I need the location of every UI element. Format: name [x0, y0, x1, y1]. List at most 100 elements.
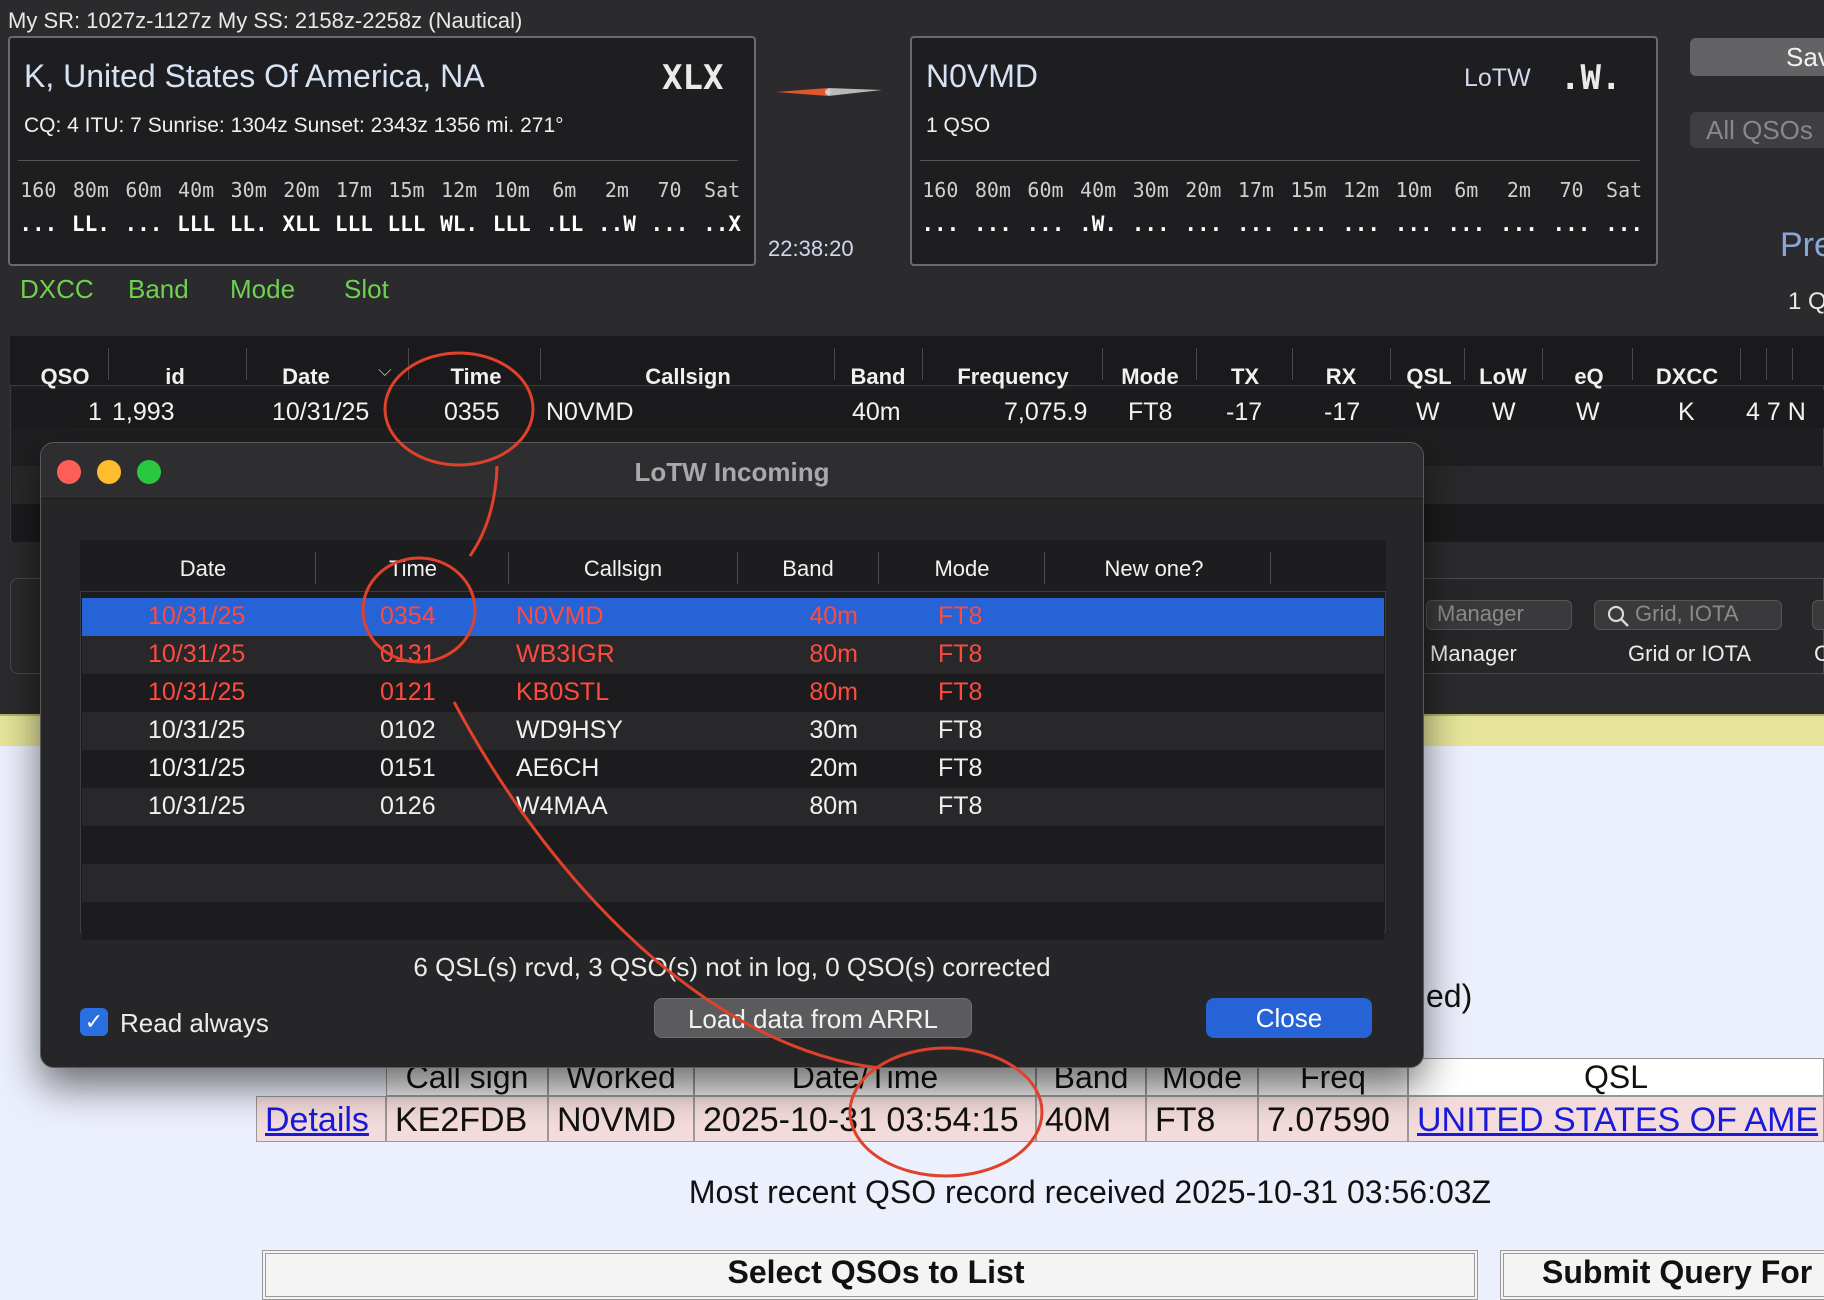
column-separator[interactable] [834, 348, 835, 380]
band-status: ... [1394, 212, 1433, 236]
col-id[interactable]: id [150, 364, 200, 390]
column-separator[interactable] [1196, 348, 1197, 380]
col-rx[interactable]: RX [1316, 364, 1366, 390]
sort-chevron-icon[interactable]: ⌵ [378, 360, 392, 381]
load-data-button[interactable]: Load data from ARRL [654, 998, 972, 1038]
band-label: 60m [1027, 178, 1064, 202]
col-qso[interactable]: QSO [40, 364, 90, 390]
dialog-cell-band: 80m [809, 640, 858, 668]
tab-band[interactable]: Band [128, 274, 189, 305]
column-separator[interactable] [878, 552, 879, 584]
band-status: .LL [545, 212, 584, 236]
extra-input[interactable] [1812, 600, 1824, 630]
tab-slot[interactable]: Slot [344, 274, 389, 305]
col-eq[interactable]: eQ [1564, 364, 1614, 390]
column-separator[interactable] [408, 348, 409, 380]
dialog-table-row[interactable] [82, 636, 1384, 674]
col-mode[interactable]: Mode [1112, 364, 1188, 390]
dialog-cell-callsign: KB0STL [516, 678, 610, 706]
dialog-cell-callsign: WB3IGR [516, 640, 615, 668]
band-status: LLL [492, 212, 531, 236]
col-qsl[interactable]: QSL [1404, 364, 1454, 390]
all-qsos-button[interactable]: All QSOs [1690, 112, 1824, 148]
band-label: 40m [1080, 178, 1117, 202]
dialog-cell-date: 10/31/25 [148, 792, 246, 820]
band-label: 60m [125, 178, 162, 202]
cell-dxcc: K [1678, 398, 1695, 426]
dcol-band[interactable]: Band [778, 556, 838, 582]
column-separator[interactable] [508, 552, 509, 584]
tab-dxcc[interactable]: DXCC [20, 274, 94, 305]
dcol-new-one[interactable]: New one? [1098, 556, 1210, 582]
column-separator[interactable] [1102, 348, 1103, 380]
col-dxcc[interactable]: DXCC [1652, 364, 1722, 390]
col-date[interactable]: Date [266, 364, 346, 390]
col-frequency[interactable]: Frequency [946, 364, 1080, 390]
column-separator[interactable] [1766, 348, 1767, 380]
band-label: 15m [388, 178, 425, 202]
dialog-cell-callsign: WD9HSY [516, 716, 623, 744]
dcol-callsign[interactable]: Callsign [570, 556, 676, 582]
cell-qsl: W [1416, 398, 1440, 426]
band-status: ... [1605, 212, 1644, 236]
cell-mode: FT8 [1128, 398, 1173, 426]
callsign-status-badge: .W. [1560, 58, 1622, 98]
column-separator[interactable] [540, 348, 541, 380]
manager-input[interactable]: Manager [1426, 600, 1572, 630]
column-separator[interactable] [246, 348, 247, 380]
dialog-table-row[interactable] [82, 598, 1384, 636]
dialog-table-row[interactable] [82, 712, 1384, 750]
band-label: 6m [1454, 178, 1479, 202]
column-separator[interactable] [1044, 552, 1045, 584]
band-status: ... [1236, 212, 1275, 236]
column-separator[interactable] [922, 348, 923, 380]
dialog-table-row[interactable] [82, 674, 1384, 712]
manager-label: Manager [1430, 641, 1517, 666]
read-always-checkbox[interactable]: ✓ [80, 1008, 108, 1036]
dialog-cell-date: 10/31/25 [148, 602, 246, 630]
col-callsign[interactable]: Callsign [624, 364, 752, 390]
dialog-cell-time: 0151 [380, 754, 436, 782]
column-separator[interactable] [737, 552, 738, 584]
column-separator[interactable] [108, 348, 109, 380]
dialog-table-row[interactable] [82, 750, 1384, 788]
close-button[interactable]: Close [1206, 998, 1372, 1038]
band-status: ... [124, 212, 163, 236]
dialog-cell-callsign: AE6CH [516, 754, 600, 782]
band-label: 15m [1290, 178, 1327, 202]
band-status: LLL [177, 212, 216, 236]
preview-label: Pre [1780, 226, 1824, 264]
column-separator[interactable] [1292, 348, 1293, 380]
cell-low: W [1492, 398, 1516, 426]
band-label: 80m [974, 178, 1011, 202]
col-band[interactable]: Band [846, 364, 910, 390]
dialog-table-row[interactable] [82, 788, 1384, 826]
cell-time: 0355 [444, 398, 500, 426]
dcol-mode[interactable]: Mode [930, 556, 994, 582]
column-separator[interactable] [1542, 348, 1543, 380]
col-low[interactable]: LoW [1478, 364, 1528, 390]
column-separator[interactable] [315, 552, 316, 584]
band-status: .W. [1079, 212, 1118, 236]
dcol-time[interactable]: Time [380, 556, 446, 582]
details-link[interactable]: Details [256, 1096, 386, 1142]
column-separator[interactable] [1464, 348, 1465, 380]
column-separator[interactable] [1740, 348, 1741, 380]
col-tx[interactable]: TX [1220, 364, 1270, 390]
column-separator[interactable] [1270, 552, 1271, 584]
most-recent-text: Most recent QSO record received 2025-10-… [688, 1174, 1492, 1210]
band-label: 40m [178, 178, 215, 202]
column-separator[interactable] [1792, 348, 1793, 380]
grid-iota-label: Grid or IOTA [1628, 641, 1752, 666]
save-button[interactable]: Sav [1690, 38, 1824, 76]
column-separator[interactable] [1632, 348, 1633, 380]
tab-mode[interactable]: Mode [230, 274, 295, 305]
cell-callsign: N0VMD [546, 398, 634, 426]
column-separator[interactable] [1390, 348, 1391, 380]
cell-eq: W [1576, 398, 1600, 426]
qsl-country-link[interactable]: UNITED STATES OF AME [1408, 1096, 1824, 1142]
dialog-cell-mode: FT8 [938, 640, 983, 668]
dcol-date[interactable]: Date [170, 556, 236, 582]
band-status: LL. [229, 212, 268, 236]
col-time[interactable]: Time [444, 364, 508, 390]
